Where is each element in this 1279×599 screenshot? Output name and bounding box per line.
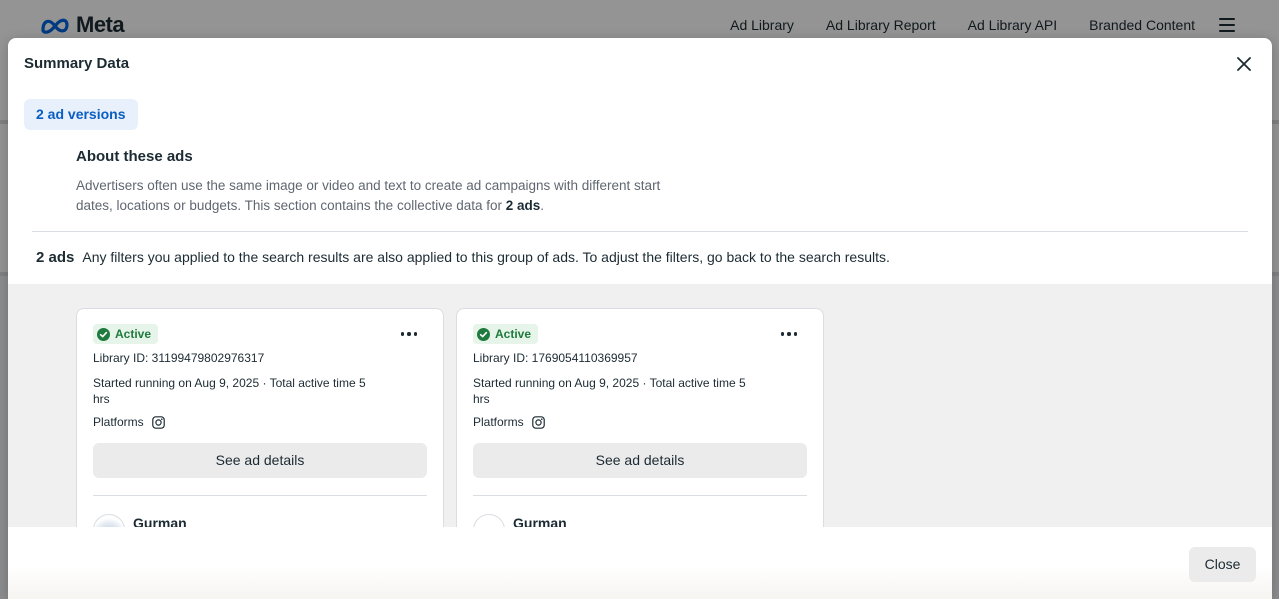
check-circle-icon: [477, 327, 490, 341]
ad-card: Active Library ID: 1769054110369957 Star…: [456, 308, 824, 527]
footer-shadow: [8, 566, 1272, 599]
instagram-icon: [151, 415, 165, 429]
check-circle-icon: [97, 327, 110, 341]
about-heading: About these ads: [76, 148, 193, 165]
status-badge: Active: [93, 324, 159, 344]
ads-summary-row: 2 ads Any filters you applied to the sea…: [36, 249, 890, 266]
ad-cards-area[interactable]: Active Library ID: 31199479802976317 Sta…: [8, 284, 1272, 527]
advertiser-name[interactable]: Gurman: [133, 515, 187, 527]
about-text-part: Advertisers often use the same image or …: [76, 178, 661, 213]
more-options-icon[interactable]: [777, 326, 801, 342]
status-badge: Active: [473, 324, 539, 344]
section-divider: [32, 231, 1248, 232]
platforms-row: Platforms: [473, 415, 545, 429]
library-id: Library ID: 31199479802976317: [93, 351, 265, 365]
about-ads-count: 2 ads: [505, 198, 541, 213]
card-divider: [473, 495, 807, 496]
status-label: Active: [115, 327, 152, 341]
ads-count: 2 ads: [36, 249, 75, 266]
platforms-label: Platforms: [93, 415, 144, 429]
run-dates: Started running on Aug 9, 2025 · Total a…: [473, 376, 746, 406]
modal-title: Summary Data: [24, 55, 130, 72]
close-button[interactable]: Close: [1189, 547, 1256, 582]
instagram-icon: [531, 415, 545, 429]
see-ad-details-button[interactable]: See ad details: [93, 443, 427, 478]
see-ad-details-button[interactable]: See ad details: [473, 443, 807, 478]
tab-ad-versions[interactable]: 2 ad versions: [24, 99, 138, 130]
about-description: Advertisers often use the same image or …: [76, 176, 676, 216]
about-text-end: .: [540, 198, 545, 213]
card-divider: [93, 495, 427, 496]
platforms-row: Platforms: [93, 415, 165, 429]
platforms-label: Platforms: [473, 415, 524, 429]
run-dates: Started running on Aug 9, 2025 · Total a…: [93, 376, 366, 406]
close-icon[interactable]: [1232, 52, 1256, 76]
ad-card: Active Library ID: 31199479802976317 Sta…: [76, 308, 444, 527]
more-options-icon[interactable]: [397, 326, 421, 342]
advertiser-name[interactable]: Gurman: [513, 515, 567, 527]
summary-data-modal: Summary Data 2 ad versions About these a…: [8, 38, 1272, 599]
library-id: Library ID: 1769054110369957: [473, 351, 638, 365]
advertiser-avatar[interactable]: [473, 514, 505, 527]
status-label: Active: [495, 327, 532, 341]
advertiser-avatar[interactable]: [93, 514, 125, 527]
filters-note: Any filters you applied to the search re…: [82, 249, 890, 265]
